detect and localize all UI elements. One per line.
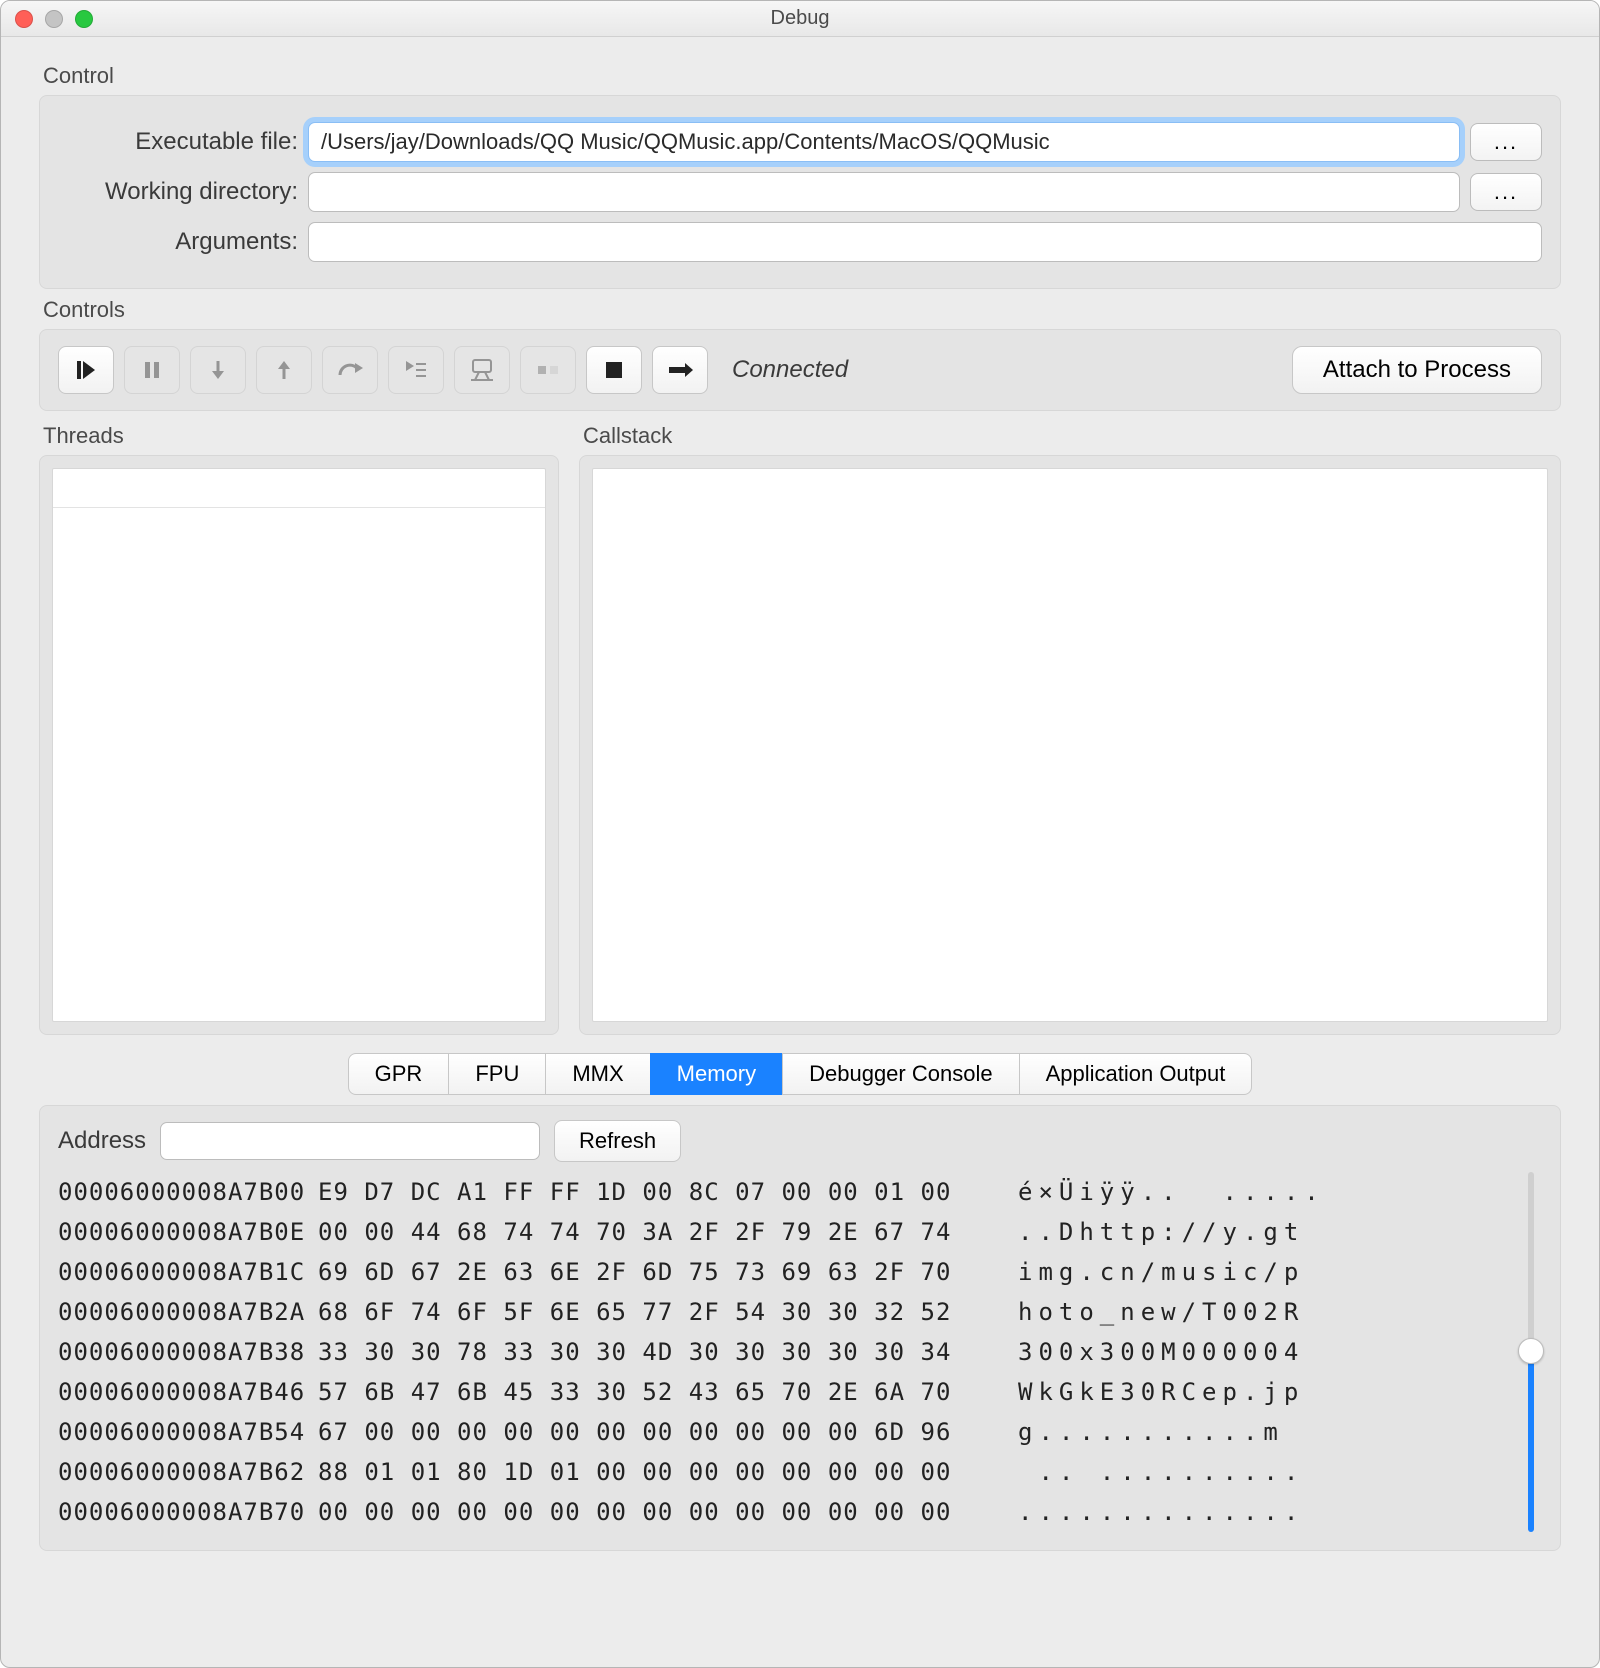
- arguments-input[interactable]: [308, 222, 1542, 262]
- address-label: Address: [58, 1127, 146, 1155]
- window-zoom-button[interactable]: [75, 10, 93, 28]
- memory-row: 00006000008A7B0E00 00 44 68 74 74 70 3A …: [58, 1212, 1506, 1252]
- window-minimize-button[interactable]: [45, 10, 63, 28]
- tab-memory[interactable]: Memory: [650, 1053, 783, 1095]
- executable-browse-button[interactable]: ...: [1470, 123, 1542, 161]
- threads-panel: [39, 455, 559, 1035]
- attach-to-process-button[interactable]: Attach to Process: [1292, 346, 1542, 394]
- tab-debugger-console[interactable]: Debugger Console: [782, 1053, 1019, 1095]
- debug-window: Debug Control Executable file: ... Worki…: [0, 0, 1600, 1668]
- memory-row: 00006000008A7B6288 01 01 80 1D 01 00 00 …: [58, 1452, 1506, 1492]
- refresh-button[interactable]: Refresh: [554, 1120, 681, 1162]
- step-out-button: [256, 346, 312, 394]
- working-directory-input[interactable]: [308, 172, 1460, 212]
- titlebar: Debug: [1, 1, 1599, 37]
- memory-row: 00006000008A7B2A68 6F 74 6F 5F 6E 65 77 …: [58, 1292, 1506, 1332]
- toggle-breakpoint-button: [520, 346, 576, 394]
- tab-mmx[interactable]: MMX: [545, 1053, 650, 1095]
- memory-row: 00006000008A7B3833 30 30 78 33 30 30 4D …: [58, 1332, 1506, 1372]
- tab-application-output[interactable]: Application Output: [1019, 1053, 1253, 1095]
- tab-fpu[interactable]: FPU: [448, 1053, 546, 1095]
- control-panel: Executable file: ... Working directory: …: [39, 95, 1561, 289]
- arguments-label: Arguments:: [58, 228, 298, 256]
- stop-button[interactable]: [586, 346, 642, 394]
- memory-row: 00006000008A7B7000 00 00 00 00 00 00 00 …: [58, 1492, 1506, 1532]
- callstack-label: Callstack: [583, 423, 1561, 449]
- threads-list[interactable]: [52, 468, 546, 1022]
- window-close-button[interactable]: [15, 10, 33, 28]
- working-directory-browse-button[interactable]: ...: [1470, 173, 1542, 211]
- memory-row: 00006000008A7B4657 6B 47 6B 45 33 30 52 …: [58, 1372, 1506, 1412]
- window-controls: [15, 10, 93, 28]
- executable-input[interactable]: [308, 122, 1460, 162]
- memory-row: 00006000008A7B00E9 D7 DC A1 FF FF 1D 00 …: [58, 1172, 1506, 1212]
- connection-status: Connected: [732, 356, 848, 384]
- controls-group-label: Controls: [43, 297, 1561, 323]
- step-over-button: [322, 346, 378, 394]
- tab-gpr[interactable]: GPR: [348, 1053, 450, 1095]
- bottom-tabs: GPR FPU MMX Memory Debugger Console Appl…: [39, 1053, 1561, 1095]
- controls-toolbar: Connected Attach to Process: [39, 329, 1561, 411]
- memory-row: 00006000008A7B5467 00 00 00 00 00 00 00 …: [58, 1412, 1506, 1452]
- memory-scrollbar[interactable]: [1520, 1172, 1542, 1532]
- memory-hex-dump[interactable]: 00006000008A7B00E9 D7 DC A1 FF FF 1D 00 …: [58, 1172, 1506, 1532]
- address-input[interactable]: [160, 1122, 540, 1160]
- memory-row: 00006000008A7B1C69 6D 67 2E 63 6E 2F 6D …: [58, 1252, 1506, 1292]
- step-into-button: [190, 346, 246, 394]
- pause-button: [124, 346, 180, 394]
- memory-panel: Address Refresh 00006000008A7B00E9 D7 DC…: [39, 1105, 1561, 1551]
- callstack-list[interactable]: [592, 468, 1548, 1022]
- control-group-label: Control: [43, 63, 1561, 89]
- run-to-line-button: [388, 346, 444, 394]
- goto-button[interactable]: [652, 346, 708, 394]
- working-directory-label: Working directory:: [58, 178, 298, 206]
- scrollbar-thumb[interactable]: [1518, 1338, 1544, 1364]
- callstack-panel: [579, 455, 1561, 1035]
- window-title: Debug: [1, 7, 1599, 30]
- executable-label: Executable file:: [58, 128, 298, 156]
- continue-button[interactable]: [58, 346, 114, 394]
- threads-label: Threads: [43, 423, 559, 449]
- list-header-divider: [53, 507, 545, 508]
- step-instruction-button: [454, 346, 510, 394]
